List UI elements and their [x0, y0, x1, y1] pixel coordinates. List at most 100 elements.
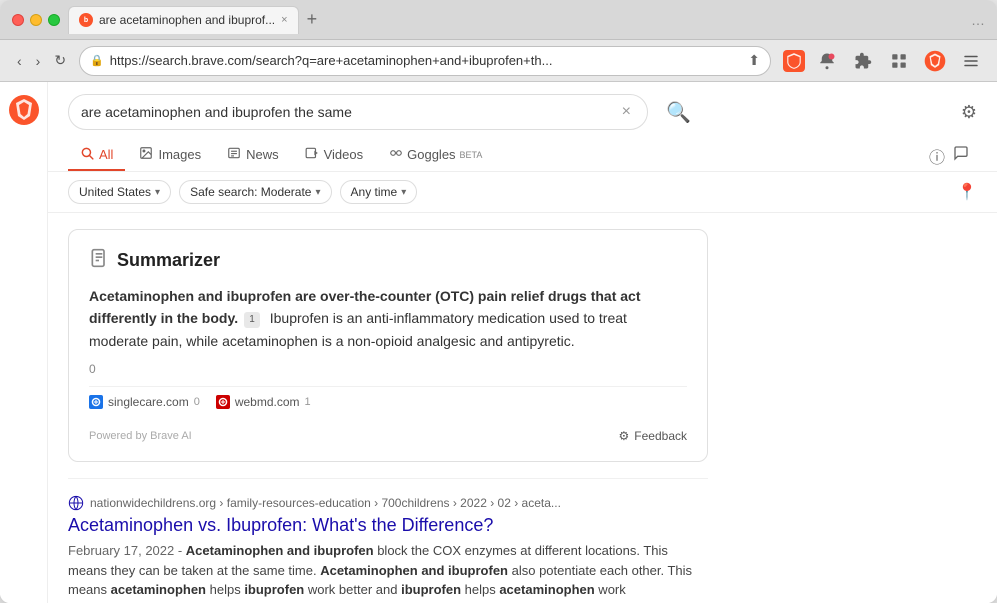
traffic-lights — [12, 14, 60, 26]
tab-close-button[interactable]: × — [281, 14, 287, 26]
close-button[interactable] — [12, 14, 24, 26]
tab-images-label: Images — [158, 147, 201, 162]
filters-row: United States ▾ Safe search: Moderate ▾ … — [48, 172, 997, 213]
goggles-beta-label: BETA — [460, 150, 483, 160]
tab-all[interactable]: All — [68, 140, 125, 171]
videos-icon — [305, 146, 319, 163]
info-icon[interactable]: ⓘ — [929, 144, 945, 168]
all-icon — [80, 146, 94, 163]
search-input-wrapper[interactable]: × — [68, 94, 648, 130]
url-bar[interactable]: 🔒 https://search.brave.com/search?q=are+… — [79, 46, 771, 76]
result-title[interactable]: Acetaminophen vs. Ibuprofen: What's the … — [68, 515, 708, 536]
toolbar-icons — [783, 47, 985, 75]
time-label: Any time — [351, 185, 398, 199]
tab-goggles-label: Goggles — [407, 147, 455, 162]
goggles-icon — [389, 146, 403, 163]
address-bar: ‹ › ↻ 🔒 https://search.brave.com/search?… — [0, 40, 997, 82]
tab-news[interactable]: News — [215, 140, 291, 171]
safe-search-filter[interactable]: Safe search: Moderate ▾ — [179, 180, 331, 204]
minimize-button[interactable] — [30, 14, 42, 26]
safe-search-label: Safe search: Moderate — [190, 185, 311, 199]
source-1: singlecare.com 0 — [89, 395, 200, 409]
tab-bar: b are acetaminophen and ibuprof... × + — [68, 6, 963, 34]
maximize-button[interactable] — [48, 14, 60, 26]
time-filter[interactable]: Any time ▾ — [340, 180, 418, 204]
summarizer-box: Summarizer Acetaminophen and ibuprofen a… — [68, 229, 708, 462]
tab-videos[interactable]: Videos — [293, 140, 376, 171]
back-button[interactable]: ‹ — [12, 50, 27, 71]
forward-button[interactable]: › — [31, 50, 46, 71]
lock-icon: 🔒 — [90, 54, 104, 67]
feedback-label: Feedback — [634, 429, 687, 443]
chat-icon[interactable] — [953, 145, 969, 166]
apps-icon[interactable] — [885, 47, 913, 75]
nav-buttons: ‹ › ↻ — [12, 50, 71, 71]
brave-logo-icon[interactable] — [921, 47, 949, 75]
feedback-icon: ⚙ — [619, 429, 630, 443]
summarizer-bold-part1: Acetaminophen and ibuprofen are over-the… — [89, 288, 641, 326]
titlebar: b are acetaminophen and ibuprof... × + … — [0, 0, 997, 40]
result-url-row: nationwidechildrens.org › family-resourc… — [68, 495, 708, 511]
source-1-name: singlecare.com — [108, 395, 189, 409]
menu-icon[interactable] — [957, 47, 985, 75]
tab-images[interactable]: Images — [127, 140, 213, 171]
search-icon: 🔍 — [666, 102, 691, 124]
location-icon[interactable]: 📍 — [957, 182, 977, 202]
source-2-name: webmd.com — [235, 395, 300, 409]
result-date: February 17, 2022 - — [68, 543, 186, 558]
news-icon — [227, 146, 241, 163]
new-tab-button[interactable]: + — [303, 9, 322, 30]
extensions-icon[interactable] — [849, 47, 877, 75]
source-2-favicon — [216, 395, 230, 409]
brave-sidebar-logo — [8, 94, 40, 126]
powered-by-text: Powered by Brave AI — [89, 430, 192, 442]
region-filter[interactable]: United States ▾ — [68, 180, 171, 204]
time-arrow-icon: ▾ — [401, 187, 406, 198]
search-clear-button[interactable]: × — [618, 103, 635, 121]
result-snippet: February 17, 2022 - Acetaminophen and ib… — [68, 541, 708, 600]
search-bar-row: × 🔍 ⚙ — [68, 94, 977, 130]
summarizer-body: Acetaminophen and ibuprofen are over-the… — [89, 285, 687, 352]
source-2-num: 1 — [305, 396, 311, 408]
url-text: https://search.brave.com/search?q=are+ac… — [110, 53, 742, 68]
share-button[interactable]: ⬆ — [748, 52, 760, 69]
summarizer-header: Summarizer — [89, 248, 687, 273]
notifications-icon[interactable] — [813, 47, 841, 75]
window-more-button[interactable]: … — [971, 12, 985, 28]
tab-favicon: b — [79, 13, 93, 27]
source-2: webmd.com 1 — [216, 395, 311, 409]
browser-content: × 🔍 ⚙ All — [0, 82, 997, 603]
images-icon — [139, 146, 153, 163]
summarizer-title: Summarizer — [117, 250, 220, 271]
search-input[interactable] — [81, 104, 618, 120]
search-header: × 🔍 ⚙ All — [48, 82, 997, 172]
result-site-icon — [68, 495, 84, 511]
tab-actions: ⓘ — [929, 144, 977, 168]
source-1-favicon — [89, 395, 103, 409]
main-area: × 🔍 ⚙ All — [48, 82, 997, 603]
search-result-1: nationwidechildrens.org › family-resourc… — [68, 478, 708, 603]
sources-row: singlecare.com 0 webmd.com 1 — [89, 386, 687, 409]
summarizer-footer: Powered by Brave AI ⚙ Feedback — [89, 421, 687, 443]
search-submit-button[interactable]: 🔍 — [658, 96, 699, 129]
active-tab[interactable]: b are acetaminophen and ibuprof... × — [68, 6, 299, 34]
brave-shield-icon[interactable] — [783, 50, 805, 72]
svg-text:b: b — [84, 17, 88, 24]
feedback-button[interactable]: ⚙ Feedback — [619, 429, 687, 443]
tab-title: are acetaminophen and ibuprof... — [99, 13, 275, 27]
tab-videos-label: Videos — [324, 147, 364, 162]
summarizer-footnote: 0 — [89, 362, 687, 376]
tab-all-label: All — [99, 147, 113, 162]
content-area: Summarizer Acetaminophen and ibuprofen a… — [48, 213, 728, 603]
settings-icon[interactable]: ⚙ — [961, 102, 977, 123]
source-1-num: 0 — [194, 396, 200, 408]
region-label: United States — [79, 185, 151, 199]
safe-search-arrow-icon: ▾ — [315, 187, 320, 198]
summarizer-doc-icon — [89, 248, 109, 273]
result-breadcrumb: nationwidechildrens.org › family-resourc… — [90, 496, 561, 510]
search-tabs: All Images News — [68, 140, 977, 171]
refresh-button[interactable]: ↻ — [49, 50, 71, 71]
tab-news-label: News — [246, 147, 279, 162]
region-arrow-icon: ▾ — [155, 187, 160, 198]
tab-goggles[interactable]: Goggles BETA — [377, 140, 494, 171]
